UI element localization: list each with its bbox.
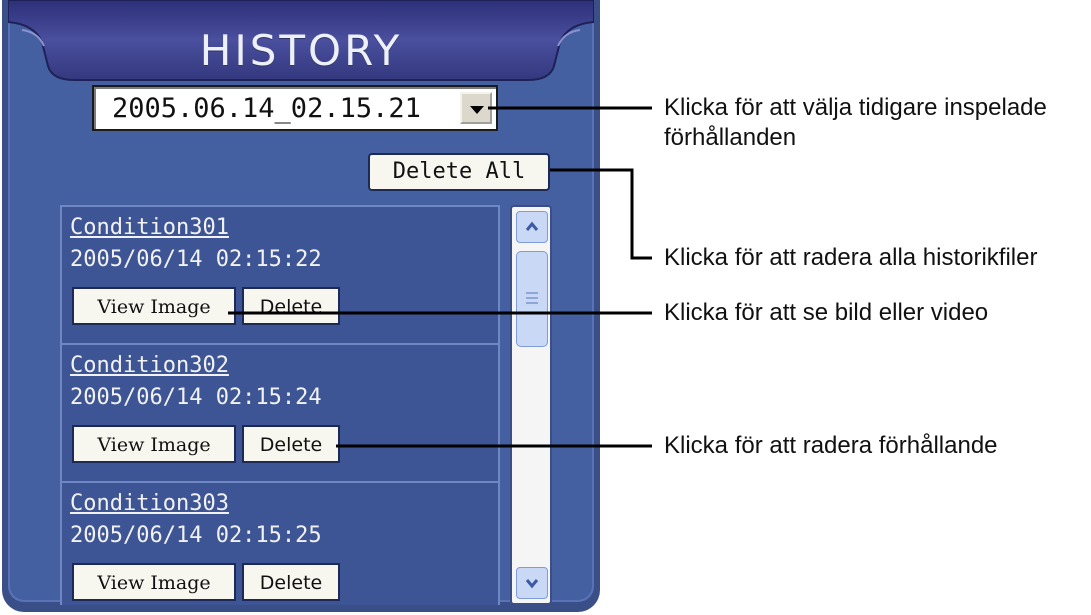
annotation-view-image: Klicka för att se bild eller video	[664, 299, 989, 326]
annotation-delete-all: Klicka för att radera alla historikfiler	[664, 244, 1038, 271]
callout-line-delete-all	[550, 168, 652, 260]
annotation-delete-condition: Klicka för att radera förhållande	[664, 432, 998, 459]
annotation-select-previous: Klicka för att välja tidigare inspelade …	[664, 94, 1047, 151]
